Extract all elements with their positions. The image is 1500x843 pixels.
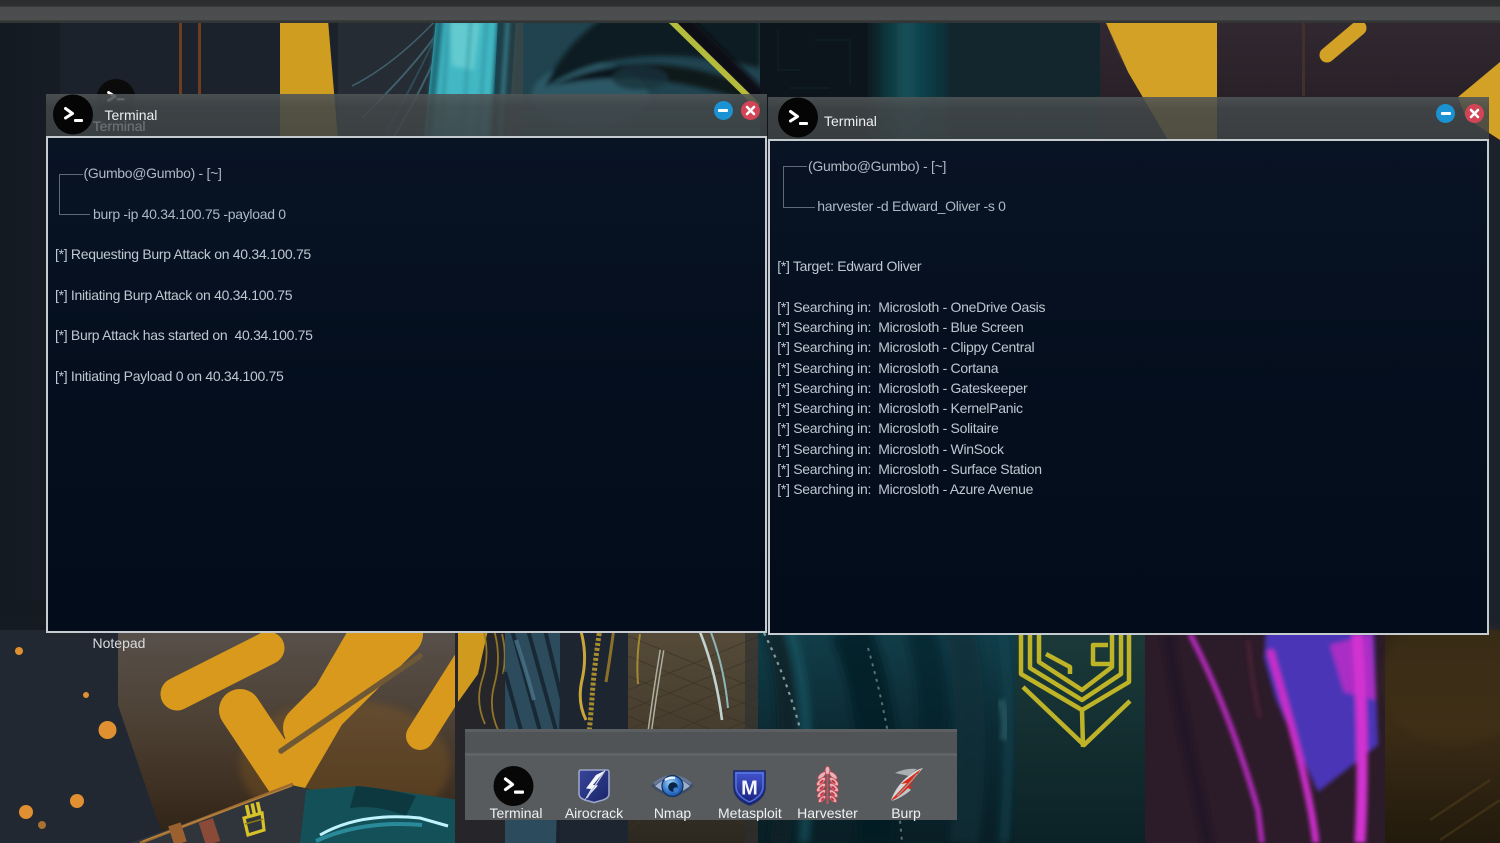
- svg-text:M: M: [741, 778, 758, 800]
- svg-text:Notepad: Notepad: [93, 635, 146, 651]
